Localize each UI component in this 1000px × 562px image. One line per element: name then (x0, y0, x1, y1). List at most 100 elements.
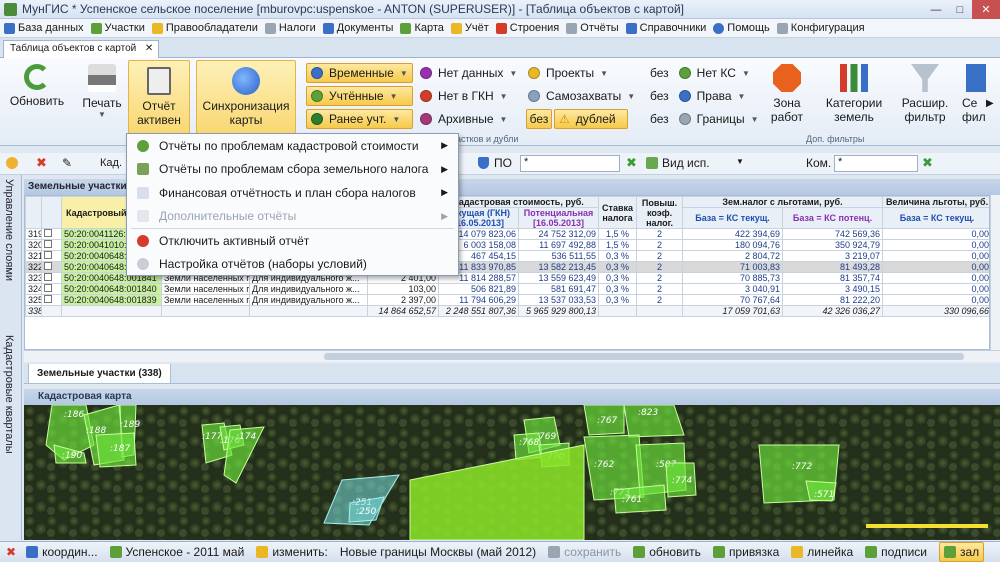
menu-item-documents[interactable]: Документы (322, 22, 393, 34)
vid-dropdown-icon[interactable]: ▼ (736, 157, 744, 166)
benefit-header[interactable]: Величина льготы, руб. (882, 196, 989, 208)
row-checkbox[interactable] (41, 239, 62, 251)
row-checkbox[interactable] (41, 250, 62, 262)
tools-icon[interactable]: ✖ (6, 545, 16, 559)
filter-archived[interactable]: Архивные ▼ (420, 112, 507, 126)
filter-rights[interactable]: без Права ▼ (650, 89, 745, 103)
select-header[interactable] (41, 196, 62, 229)
kad-cost-header[interactable]: Кадастровая стоимость, руб. (437, 196, 600, 208)
menu-disable-report[interactable]: Отключить активный отчёт (127, 229, 458, 253)
filter-no-data[interactable]: Нет данных ▼ (420, 66, 517, 80)
table-row[interactable]: 324 50:20:0040648:001840Земли населенных … (25, 283, 989, 295)
potential-header[interactable]: Потенциальная [16.05.2013] (517, 207, 600, 229)
hscroll-thumb[interactable] (324, 353, 964, 360)
row-checkbox[interactable] (41, 228, 62, 240)
po-dropdown[interactable]: * (520, 155, 620, 172)
layers-tab[interactable]: Управление слоями (3, 179, 15, 281)
menu-item-config[interactable]: Конфигурация (776, 22, 865, 34)
menu-cadastral-cost-reports[interactable]: Отчёты по проблемам кадастровой стоимост… (127, 134, 458, 158)
kom-input[interactable]: * (834, 155, 918, 172)
snap-status[interactable]: привязка (712, 545, 779, 559)
duplicates-filter[interactable]: ⚠ дублей (554, 109, 628, 129)
report-active-button[interactable]: Отчёт активен (128, 60, 190, 134)
maximize-button[interactable]: □ (948, 0, 972, 19)
benefit-base-header[interactable]: База = КС текущ. (882, 207, 989, 229)
rate-header[interactable]: Ставка налога (598, 196, 638, 229)
grid-horizontal-scrollbar[interactable] (24, 350, 1000, 362)
refresh-button[interactable]: Обновить (6, 64, 68, 108)
without-button[interactable]: без (526, 109, 552, 129)
captions-status[interactable]: подписи (865, 545, 927, 559)
menu-item-database[interactable]: База данных (4, 22, 84, 34)
cadastral-map[interactable]: :186:188:189:190:187:177:176:174:769:768… (24, 405, 1000, 540)
close-tab-icon[interactable]: ✕ (145, 43, 153, 54)
apply-filter-icon[interactable]: ✖ (626, 155, 637, 171)
close-button[interactable]: ✕ (972, 0, 1000, 19)
save-status[interactable]: сохранить (548, 545, 621, 559)
coordinates-status[interactable]: координ... (26, 545, 98, 559)
filter-temporary[interactable]: Временные ▼ (306, 63, 413, 83)
menu-item-taxes[interactable]: Налоги (264, 22, 316, 34)
land-tax-header[interactable]: Зем.налог с льготами, руб. (682, 196, 884, 208)
edit-icon[interactable]: ✎ (62, 156, 72, 170)
sync-maps-button[interactable]: Синхронизация карты (196, 60, 296, 134)
filter-not-in-gkn[interactable]: Нет в ГКН ▼ (420, 89, 508, 103)
ruler-status[interactable]: линейка (791, 545, 853, 559)
minimize-button[interactable]: — (924, 0, 948, 19)
rate-cell: 0,3 % (598, 250, 638, 262)
menu-item-help[interactable]: Помощь (713, 22, 770, 34)
row-checkbox[interactable] (41, 283, 62, 295)
row-checkbox[interactable] (41, 261, 62, 273)
change-status[interactable]: изменить: (256, 545, 328, 559)
ribbon-scroll-right[interactable]: ▶ (986, 98, 994, 109)
update-status[interactable]: обновить (633, 545, 701, 559)
cadastral-quarters-tab[interactable]: Кадастровые кварталы (3, 335, 15, 454)
menu-land-tax-reports[interactable]: Отчёты по проблемам сбора земельного нал… (127, 158, 458, 182)
pot-cost-cell: 24 752 312,09 (517, 228, 600, 240)
base-ks-pot-header[interactable]: База = КС потенц. (782, 207, 884, 229)
partial-button[interactable]: Се фил (962, 64, 992, 124)
fill-status[interactable]: зал (938, 542, 985, 562)
grid-vertical-scrollbar[interactable] (990, 195, 1000, 350)
calculator-icon (147, 67, 171, 95)
filter-no-ks[interactable]: без Нет КС ▼ (650, 66, 750, 80)
row-checkbox[interactable] (41, 294, 62, 306)
base-ks-header[interactable]: База = КС текущ. (682, 207, 784, 229)
menu-additional-reports[interactable]: Дополнительные отчёты ▶ (127, 205, 458, 229)
parcel-label: :762 (594, 460, 614, 470)
menu-item-accounting[interactable]: Учёт (450, 22, 489, 34)
menu-item-owners[interactable]: Правообладатели (151, 22, 258, 34)
extended-filter-button[interactable]: Расшир. фильтр (896, 64, 954, 124)
row-checkbox[interactable] (41, 272, 62, 284)
filter-projects[interactable]: Проекты ▼ (528, 66, 608, 80)
apply-kom-icon[interactable]: ✖ (922, 155, 933, 171)
menu-financial-reports[interactable]: Финансовая отчётность и план сбора налог… (127, 181, 458, 205)
filter-previously[interactable]: Ранее учт. ▼ (306, 109, 413, 129)
menu-item-reports[interactable]: Отчёты (566, 22, 619, 34)
filter-borders[interactable]: без Границы ▼ (650, 112, 759, 126)
settings-icon[interactable] (6, 157, 18, 169)
submenu-arrow-icon: ▶ (441, 187, 448, 198)
boundaries-status[interactable]: Новые границы Москвы (май 2012) (340, 545, 536, 559)
tab-land-parcels[interactable]: Земельные участки (338) (28, 364, 171, 384)
menu-item-buildings[interactable]: Строения (495, 22, 559, 34)
remove-icon[interactable]: ✖ (36, 155, 47, 171)
filter-registered[interactable]: Учтённые ▼ (306, 86, 413, 106)
map-canvas[interactable]: :186:188:189:190:187:177:176:174:769:768… (24, 405, 1000, 540)
menu-report-settings[interactable]: Настройка отчётов (наборы условий) (127, 253, 458, 277)
filter-self-seizure[interactable]: Самозахваты ▼ (528, 89, 635, 103)
funnel-icon (911, 64, 939, 92)
land-categories-button[interactable]: Категории земель (822, 64, 886, 124)
work-zone-button[interactable]: Зона работ (762, 64, 812, 124)
layer-status[interactable]: Успенское - 2011 май (109, 545, 244, 559)
print-button[interactable]: Печать ▼ (78, 64, 126, 119)
table-row[interactable]: 325 50:20:0040648:001839Земли населенных … (25, 294, 989, 306)
menu-item-reference[interactable]: Справочники (625, 22, 706, 34)
coef-cell: 2 (636, 250, 684, 262)
coef-header[interactable]: Повыш. коэф. налог. (636, 196, 684, 229)
menu-item-parcels[interactable]: Участки (90, 22, 145, 34)
shield-filter-icon[interactable] (478, 157, 489, 169)
owners-icon (151, 22, 163, 34)
menu-item-map[interactable]: Карта (400, 22, 444, 34)
tab-table-with-map[interactable]: Таблица объектов с картой ✕ (3, 40, 160, 58)
